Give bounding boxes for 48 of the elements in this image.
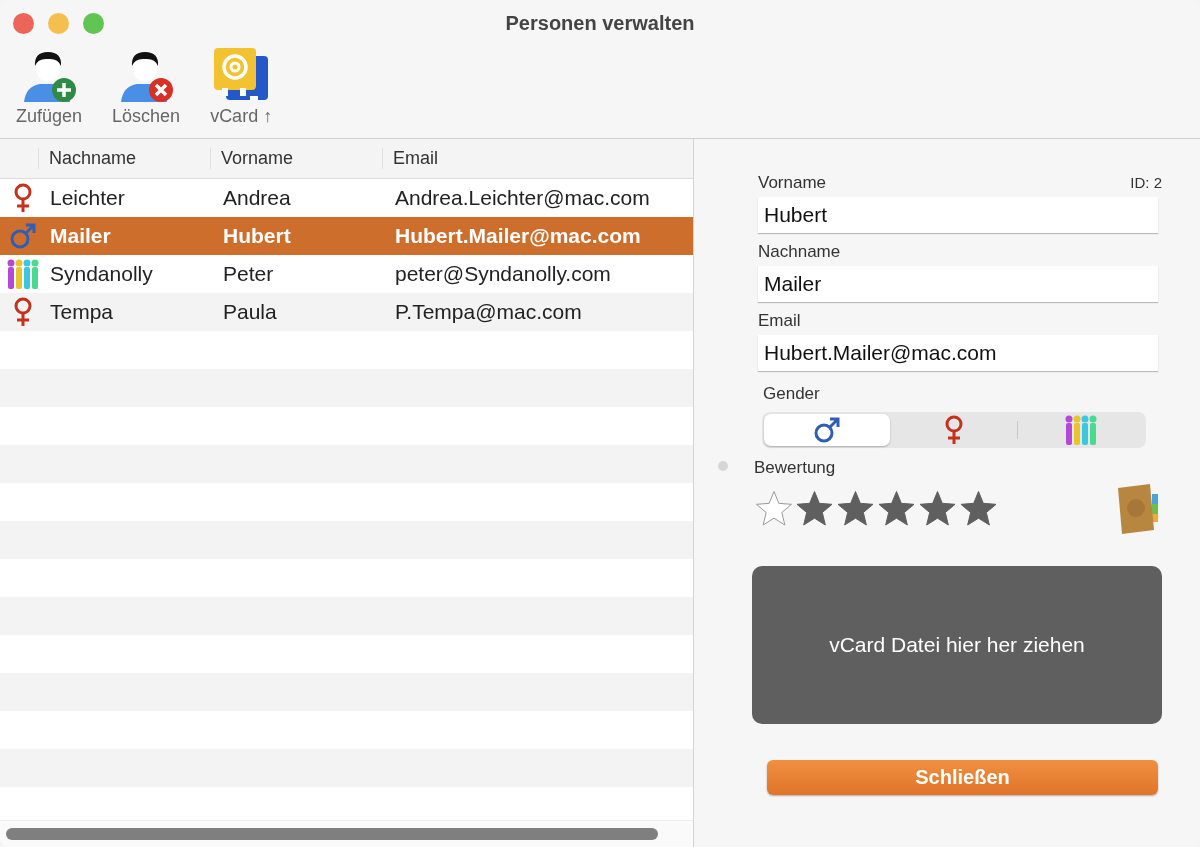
id-label: ID: 2: [1130, 174, 1162, 191]
window-title: Personen verwalten: [505, 11, 695, 35]
column-header[interactable]: Vorname: [210, 148, 382, 169]
female-symbol-icon: [12, 297, 34, 327]
column-header[interactable]: Email: [382, 148, 693, 169]
text-field[interactable]: Hubert: [758, 197, 1158, 233]
table-cell-text: Andrea.Leichter@mac.com: [394, 186, 651, 210]
female-symbol-icon: [943, 415, 965, 445]
table-cell-text: P.Tempa@mac.com: [394, 300, 583, 324]
drop-zone[interactable]: vCard Datei hier her ziehen: [752, 566, 1162, 724]
star-icon[interactable]: [876, 489, 917, 529]
table-row[interactable]: Mailer Hubert Hubert.Mailer@mac.com: [0, 217, 693, 255]
column-header[interactable]: Nachname: [38, 148, 210, 169]
delete-person-button[interactable]: Löschen: [108, 46, 185, 138]
table-cell-text: Leichter: [49, 186, 126, 210]
star-icon[interactable]: [835, 489, 876, 529]
star-icon[interactable]: [794, 489, 835, 529]
table-cell-text: Syndanolly: [49, 262, 154, 286]
male-symbol-icon: [9, 222, 37, 250]
table-cell-text: Paula: [222, 300, 278, 324]
field-label: Nachname: [758, 242, 841, 262]
clear-rating-star-icon[interactable]: [754, 489, 794, 529]
text-field[interactable]: Mailer: [758, 266, 1158, 302]
table-cell-text: Peter: [222, 262, 275, 286]
field-label: Vorname: [758, 173, 827, 193]
table-cell-text: peter@Syndanolly.com: [394, 262, 612, 286]
table-cell-text: Mailer: [49, 224, 112, 248]
table-cell-text: Hubert.Mailer@mac.com: [394, 224, 642, 248]
people-group-icon: [7, 258, 39, 290]
text-field[interactable]: Hubert.Mailer@mac.com: [758, 335, 1158, 371]
table-cell-text: Andrea: [222, 186, 292, 210]
field-label: Email: [758, 311, 801, 331]
people-group-icon: [1063, 414, 1099, 446]
gender-label: Gender: [763, 384, 821, 404]
close-window-button[interactable]: [13, 12, 34, 34]
table-cell-text: Hubert: [222, 224, 292, 248]
gender-option[interactable]: [764, 414, 890, 446]
status-dot: [718, 461, 728, 471]
star-icon[interactable]: [917, 489, 958, 529]
table-cell-text: Tempa: [49, 300, 115, 324]
gender-segmented-control[interactable]: [762, 412, 1146, 448]
scrollbar-thumb[interactable]: [6, 828, 658, 840]
male-symbol-icon: [813, 416, 841, 444]
rating-label: Bewertung: [754, 458, 837, 478]
female-symbol-icon: [12, 183, 34, 213]
vcard-export-button[interactable]: vCard ↑: [206, 46, 277, 138]
add-person-button[interactable]: Zufügen: [12, 46, 87, 138]
star-icon[interactable]: [958, 489, 999, 529]
